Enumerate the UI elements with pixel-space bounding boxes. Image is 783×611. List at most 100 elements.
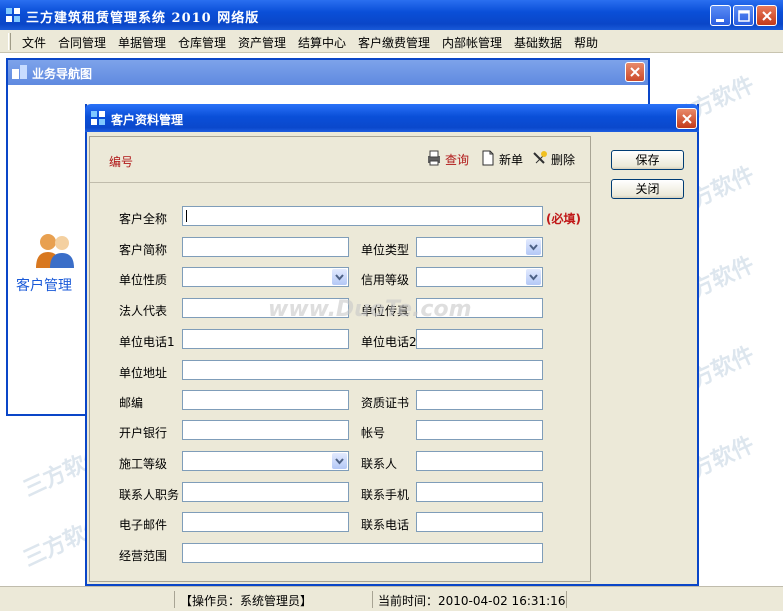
save-button[interactable]: 保存 <box>611 150 684 170</box>
customers-icon <box>36 234 74 268</box>
chevron-down-icon[interactable] <box>526 239 541 255</box>
time-status: 当前时间：2010-04-02 16:31:16 <box>378 594 566 608</box>
unit-nature-label: 单位性质 <box>119 273 168 287</box>
operator-status: 【操作员：系统管理员】 <box>180 594 313 608</box>
business-scope-label: 经营范围 <box>119 549 168 563</box>
menu-grip <box>8 33 11 50</box>
nav-item-customer-management[interactable]: 客户管理 <box>16 230 92 294</box>
site-watermark: www.DuoTe.com <box>268 297 472 322</box>
minimize-icon <box>716 19 724 22</box>
credit-level-label: 信用等级 <box>361 273 410 287</box>
chevron-down-icon[interactable] <box>332 453 347 469</box>
unit-address-input[interactable] <box>182 360 543 380</box>
code-label: 编号 <box>109 155 134 169</box>
short-name-input[interactable] <box>182 237 349 257</box>
close-icon <box>630 67 640 77</box>
new-document-icon <box>482 150 494 166</box>
nav-window-title: 业务导航图 <box>32 67 93 81</box>
status-divider <box>566 591 567 608</box>
maximize-icon <box>738 10 750 22</box>
business-scope-input[interactable] <box>182 543 543 563</box>
required-note: (必填) <box>546 212 581 226</box>
main-title-bar: 三方建筑租赁管理系统 2010 网络版 <box>0 0 783 30</box>
customer-info-dialog: 客户资料管理 编号 查询 新单 删除 客户全称 (必填) 客户简称 单位类型 单… <box>85 104 699 586</box>
app-title: 三方建筑租赁管理系统 2010 网络版 <box>26 11 260 26</box>
contact-position-label: 联系人职务 <box>119 488 180 502</box>
menu-bar: 文件 合同管理 单据管理 仓库管理 资产管理 结算中心 客户缴费管理 内部帐管理… <box>0 30 783 53</box>
minimize-button[interactable] <box>710 5 731 26</box>
contact-mobile-label: 联系手机 <box>361 488 410 502</box>
unit-phone1-input[interactable] <box>182 329 349 349</box>
status-bar: 【操作员：系统管理员】 当前时间：2010-04-02 16:31:16 <box>0 586 783 611</box>
credit-level-select[interactable] <box>416 267 543 287</box>
status-divider <box>174 591 175 608</box>
unit-nature-select[interactable] <box>182 267 349 287</box>
unit-phone2-input[interactable] <box>416 329 543 349</box>
close-icon <box>762 11 772 21</box>
menu-settlement[interactable]: 结算中心 <box>298 34 346 51</box>
unit-type-label: 单位类型 <box>361 243 410 257</box>
dialog-title: 客户资料管理 <box>111 113 184 127</box>
query-button[interactable]: 查询 <box>426 150 469 169</box>
construction-level-select[interactable] <box>182 451 349 471</box>
chevron-down-icon[interactable] <box>332 269 347 285</box>
menu-file[interactable]: 文件 <box>22 34 46 51</box>
contact-label: 联系人 <box>361 457 398 471</box>
form-header-row: 编号 查询 新单 删除 <box>90 137 590 183</box>
menu-warehouse[interactable]: 仓库管理 <box>178 34 226 51</box>
menu-internal-accounts[interactable]: 内部帐管理 <box>442 34 502 51</box>
legal-rep-label: 法人代表 <box>119 304 168 318</box>
nav-window-close-button[interactable] <box>625 62 645 82</box>
nav-window-title-bar: 业务导航图 <box>8 60 648 85</box>
postcode-input[interactable] <box>182 390 349 410</box>
delete-icon <box>533 151 547 164</box>
customer-form-panel: 编号 查询 新单 删除 客户全称 (必填) 客户简称 单位类型 单位性质 信用等… <box>89 136 591 582</box>
query-label: 查询 <box>445 153 470 167</box>
dialog-icon <box>91 111 105 128</box>
new-button[interactable]: 新单 <box>480 150 523 169</box>
text-cursor <box>186 210 187 222</box>
full-name-input[interactable] <box>182 206 543 226</box>
menu-payment[interactable]: 客户缴费管理 <box>358 34 430 51</box>
contact-phone-label: 联系电话 <box>361 518 410 532</box>
unit-address-label: 单位地址 <box>119 366 168 380</box>
dialog-title-bar: 客户资料管理 <box>85 104 699 132</box>
contact-phone-input[interactable] <box>416 512 543 532</box>
close-icon <box>682 114 692 124</box>
contact-mobile-input[interactable] <box>416 482 543 502</box>
unit-phone2-label: 单位电话2 <box>361 335 417 349</box>
account-input[interactable] <box>416 420 543 440</box>
chevron-down-icon[interactable] <box>526 269 541 285</box>
unit-phone1-label: 单位电话1 <box>119 335 175 349</box>
full-name-label: 客户全称 <box>119 212 168 226</box>
menu-base-data[interactable]: 基础数据 <box>514 34 562 51</box>
delete-label: 删除 <box>551 153 576 167</box>
contact-position-input[interactable] <box>182 482 349 502</box>
printer-icon <box>428 150 440 166</box>
nav-item-label: 客户管理 <box>16 278 72 294</box>
bank-input[interactable] <box>182 420 349 440</box>
menu-assets[interactable]: 资产管理 <box>238 34 286 51</box>
app-icon <box>6 8 20 22</box>
qualification-label: 资质证书 <box>361 396 410 410</box>
bank-label: 开户银行 <box>119 426 168 440</box>
email-input[interactable] <box>182 512 349 532</box>
dialog-close-button[interactable] <box>676 108 697 129</box>
maximize-button[interactable] <box>733 5 754 26</box>
contact-input[interactable] <box>416 451 543 471</box>
unit-type-select[interactable] <box>416 237 543 257</box>
menu-help[interactable]: 帮助 <box>574 34 598 51</box>
email-label: 电子邮件 <box>119 518 168 532</box>
postcode-label: 邮编 <box>119 396 144 410</box>
menu-contract[interactable]: 合同管理 <box>58 34 106 51</box>
short-name-label: 客户简称 <box>119 243 168 257</box>
app-close-button[interactable] <box>756 5 777 26</box>
delete-button[interactable]: 删除 <box>532 150 575 169</box>
new-label: 新单 <box>499 153 524 167</box>
close-button[interactable]: 关闭 <box>611 179 684 199</box>
status-divider <box>372 591 373 608</box>
menu-documents[interactable]: 单据管理 <box>118 34 166 51</box>
qualification-input[interactable] <box>416 390 543 410</box>
construction-level-label: 施工等级 <box>119 457 168 471</box>
nav-window-icon <box>12 65 28 82</box>
